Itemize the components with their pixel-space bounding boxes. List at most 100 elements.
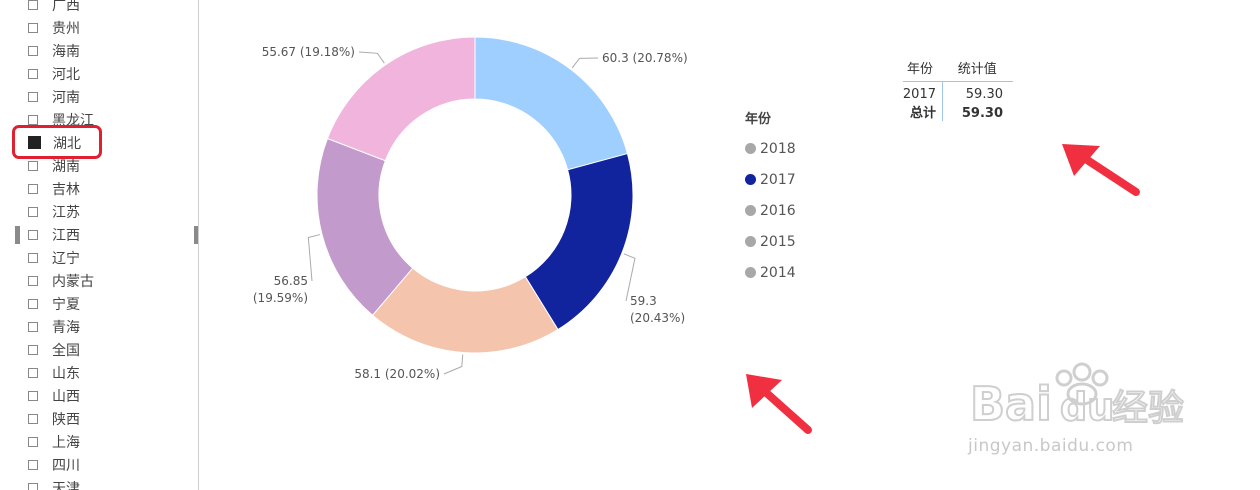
legend-marker (745, 143, 756, 154)
data-label: 58.1 (20.02%) (354, 367, 440, 381)
checkbox[interactable] (28, 206, 38, 217)
slicer-item-label: 吉林 (52, 181, 80, 198)
legend-item[interactable]: 2016 (745, 195, 796, 226)
slicer-item-label: 青海 (52, 319, 80, 336)
slicer-item-label: 湖北 (53, 135, 81, 152)
slicer-item[interactable]: 上海 (28, 430, 94, 453)
slicer-item[interactable]: 内蒙古 (28, 269, 94, 292)
slicer-item-label: 黑龙江 (52, 112, 94, 129)
table-cell-year: 2017 (903, 82, 943, 102)
slicer-item-label: 山东 (52, 365, 80, 382)
slicer-item[interactable]: 山西 (28, 384, 94, 407)
slicer-item[interactable]: 辽宁 (28, 246, 94, 269)
checkbox[interactable] (28, 413, 38, 424)
slicer-item[interactable]: 四川 (28, 453, 94, 476)
table-total-row: 总计 59.30 (903, 101, 1013, 121)
table-total-value: 59.30 (961, 106, 1003, 121)
slicer-item[interactable]: 黑龙江 (28, 108, 94, 131)
slicer-item[interactable]: 湖北 (28, 131, 94, 154)
table-cell-value: 59.30 (965, 87, 1003, 102)
donut-chart: 60.3 (20.78%) 59.3 (20.43%) 58.1 (20.02%) 56… (253, 36, 688, 381)
slicer-item[interactable]: 江苏 (28, 200, 94, 223)
slicer-item[interactable]: 青海 (28, 315, 94, 338)
data-label: 55.67 (19.18%) (262, 45, 355, 59)
checkbox[interactable] (28, 298, 38, 309)
checkbox[interactable] (28, 45, 38, 56)
checkbox[interactable] (28, 252, 38, 263)
slicer-item-label: 陕西 (52, 411, 80, 428)
checkbox[interactable] (28, 160, 38, 171)
slicer-item[interactable]: 河南 (28, 85, 94, 108)
checkbox[interactable] (28, 390, 38, 401)
checkbox[interactable] (28, 22, 38, 33)
data-label: 56.85 (19.59%) (253, 274, 308, 305)
checkbox[interactable] (28, 321, 38, 332)
slicer-item[interactable]: 广西 (28, 0, 94, 16)
checkbox[interactable] (28, 0, 38, 10)
slicer-item[interactable]: 吉林 (28, 177, 94, 200)
slicer-item-label: 贵州 (52, 20, 80, 37)
slicer-list: 广西贵州海南河北河南黑龙江湖北湖南吉林江苏 江西辽宁内蒙古宁夏青海全国山东山西陕西… (28, 0, 94, 490)
svg-text:经验: 经验 (1112, 388, 1184, 429)
slicer-item[interactable]: 全国 (28, 338, 94, 361)
checkbox[interactable] (28, 114, 38, 125)
slicer-item-label: 宁夏 (52, 296, 80, 313)
slicer-item[interactable]: 海南 (28, 39, 94, 62)
data-label-leader-line (443, 354, 464, 375)
checkbox[interactable] (28, 436, 38, 447)
slicer-item-label: 天津 (52, 480, 80, 490)
data-label: 60.3 (20.78%) (602, 51, 688, 65)
table-total-label: 总计 (903, 101, 943, 121)
checkbox-checked[interactable] (28, 136, 41, 149)
legend-item[interactable]: 2015 (745, 226, 796, 257)
slicer-item-label: 山西 (52, 388, 80, 405)
checkbox[interactable] (28, 344, 38, 355)
legend-item[interactable]: 2018 (745, 133, 796, 164)
data-label-leader-line (571, 57, 599, 69)
slicer-item[interactable]: 江西 (28, 223, 94, 246)
checkbox[interactable] (28, 229, 38, 240)
data-label-leader-line (307, 234, 321, 282)
checkbox[interactable] (28, 482, 38, 490)
legend-label: 2015 (760, 233, 796, 250)
column-header-year[interactable]: 年份 (903, 58, 953, 77)
data-label-leader-line (358, 51, 385, 64)
slicer-item[interactable]: 贵州 (28, 16, 94, 39)
slicer-item[interactable]: 天津 (28, 476, 94, 490)
legend-item[interactable]: 2017 (745, 164, 796, 195)
slicer-item-label: 上海 (52, 434, 80, 451)
slicer-item[interactable]: 陕西 (28, 407, 94, 430)
red-arrow-icon (1062, 144, 1140, 196)
legend-marker (745, 267, 756, 278)
slicer-item[interactable]: 河北 (28, 62, 94, 85)
chart-legend: 年份 2018 2017 2016 2015 2014 (745, 108, 796, 288)
checkbox[interactable] (28, 68, 38, 79)
checkbox[interactable] (28, 459, 38, 470)
legend-label: 2017 (760, 171, 796, 188)
baidu-jingyan-watermark-logo: Bai du 经验 (969, 362, 1185, 432)
slicer-item-label: 全国 (52, 342, 80, 359)
legend-marker (745, 174, 756, 185)
slicer-item-label: 湖南 (52, 158, 80, 175)
column-header-value[interactable]: 统计值 (953, 58, 1013, 77)
resize-handle-right[interactable] (194, 226, 198, 244)
table-header: 年份 统计值 (903, 53, 1013, 82)
table-row: 2017 59.30 (903, 82, 1013, 102)
resize-handle-left[interactable] (15, 226, 20, 244)
table-visual: 年份 统计值 2017 59.30 总计 59.30 (903, 53, 1013, 121)
slicer-item-label: 河北 (52, 66, 80, 83)
legend-label: 2018 (760, 140, 796, 157)
slicer-item[interactable]: 宁夏 (28, 292, 94, 315)
legend-item[interactable]: 2014 (745, 257, 796, 288)
svg-text:Bai: Bai (970, 377, 1052, 431)
slicer-item-label: 广西 (52, 0, 80, 14)
checkbox[interactable] (28, 367, 38, 378)
legend-marker (745, 236, 756, 247)
checkbox[interactable] (28, 91, 38, 102)
checkbox[interactable] (28, 275, 38, 286)
slicer-item[interactable]: 山东 (28, 361, 94, 384)
checkbox[interactable] (28, 183, 38, 194)
slicer-item-label: 辽宁 (52, 250, 80, 267)
slicer-item[interactable]: 湖南 (28, 154, 94, 177)
slicer-item-label: 海南 (52, 43, 80, 60)
